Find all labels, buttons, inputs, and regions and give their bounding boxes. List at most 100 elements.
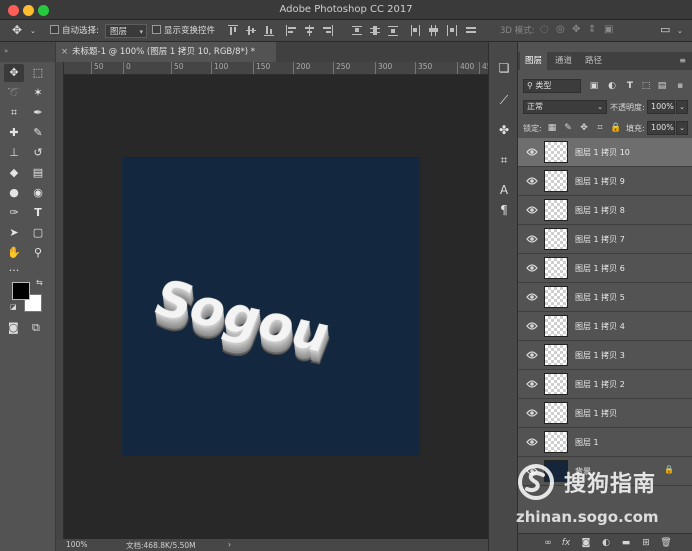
blur-tool-icon[interactable]: ● (4, 184, 24, 202)
path-selection-tool-icon[interactable]: ➤ (4, 224, 24, 242)
zoom-tool-icon[interactable]: ⚲ (28, 244, 48, 262)
eraser-tool-icon[interactable]: ◆ (4, 164, 24, 182)
horizontal-ruler[interactable]: 50 0 50 100 150 200 250 300 350 400 450 (64, 62, 488, 75)
brush-tool-icon[interactable]: ✎ (28, 124, 48, 142)
clone-stamp-tool-icon[interactable]: ⊥ (4, 144, 24, 162)
document-tab[interactable]: × 未标题-1 @ 100% (图层 1 拷贝 10, RGB/8*) * (56, 42, 276, 62)
adjustment-layer-icon[interactable]: ◐ (600, 537, 612, 549)
magic-wand-tool-icon[interactable]: ✶ (28, 84, 48, 102)
layer-name[interactable]: 图层 1 拷贝 7 (575, 234, 625, 245)
layer-row[interactable]: 图层 1 拷贝 9 (518, 167, 692, 196)
filter-toggle-icon[interactable]: ▪ (674, 80, 686, 92)
edit-toolbar-icon[interactable]: ··· (4, 262, 24, 280)
quick-mask-icon[interactable]: ◙ (8, 321, 19, 334)
new-layer-icon[interactable]: ⊞ (640, 537, 652, 549)
zoom-level[interactable]: 100% (66, 540, 87, 549)
layer-row[interactable]: 图层 1 拷贝 (518, 399, 692, 428)
auto-select-checkbox[interactable]: 自动选择: (50, 24, 99, 38)
swap-colors-icon[interactable]: ⇆ (36, 278, 43, 287)
3d-scale-icon[interactable]: ▣ (604, 23, 613, 37)
layer-row[interactable]: 图层 1 拷贝 5 (518, 283, 692, 312)
visibility-eye-icon[interactable] (526, 379, 538, 389)
align-right-icon[interactable] (322, 25, 333, 36)
visibility-eye-icon[interactable] (526, 263, 538, 273)
distribute-top-icon[interactable] (352, 25, 362, 36)
lock-artboard-icon[interactable]: ⌗ (594, 122, 606, 134)
libraries-icon[interactable]: ❏ (496, 60, 512, 76)
lock-transparent-icon[interactable]: ▦ (546, 122, 558, 134)
filter-pixel-icon[interactable]: ▣ (588, 80, 600, 92)
crop-tool-icon[interactable]: ⌗ (4, 104, 24, 122)
layer-name[interactable]: 图层 1 拷贝 2 (575, 379, 625, 390)
dodge-tool-icon[interactable]: ◉ (28, 184, 48, 202)
lasso-tool-icon[interactable]: ➰ (4, 84, 24, 102)
3d-roll-icon[interactable]: ◎ (556, 23, 565, 37)
screen-mode-icon[interactable]: ⧉ (32, 321, 40, 335)
marquee-tool-icon[interactable]: ⬚ (28, 64, 48, 82)
distribute-hcenter-icon[interactable] (428, 25, 438, 36)
tab-channels[interactable]: 通道 (550, 52, 577, 70)
lock-all-icon[interactable]: 🔒 (610, 122, 622, 134)
auto-select-dropdown[interactable]: 图层 ▾ (105, 24, 147, 38)
gradient-tool-icon[interactable]: ▤ (28, 164, 48, 182)
workspace-icon[interactable]: ▭ (660, 23, 670, 37)
filter-adjustment-icon[interactable]: ◐ (606, 80, 618, 92)
hand-tool-icon[interactable]: ✋ (4, 244, 24, 262)
align-top-icon[interactable] (228, 25, 238, 36)
type-tool-icon[interactable]: T (28, 204, 48, 222)
canvas-area[interactable]: Sogou Sogou Sogou Sogou Sogou Sogou Sogo… (64, 75, 488, 539)
visibility-eye-icon[interactable] (526, 408, 538, 418)
distribute-left-icon[interactable] (410, 25, 420, 36)
3d-slide-icon[interactable]: ⇕ (588, 23, 596, 37)
eyedropper-tool-icon[interactable]: ✒ (28, 104, 48, 122)
auto-align-icon[interactable] (466, 25, 476, 36)
layer-row[interactable]: 图层 1 (518, 428, 692, 457)
tab-paths[interactable]: 路径 (580, 52, 607, 70)
align-vcenter-icon[interactable] (246, 25, 256, 36)
layer-row[interactable]: 图层 1 拷贝 2 (518, 370, 692, 399)
tool-preset-chevron-icon[interactable]: ⌄ (30, 24, 36, 38)
visibility-eye-icon[interactable] (526, 350, 538, 360)
layer-name[interactable]: 图层 1 拷贝 10 (575, 147, 630, 158)
delete-layer-icon[interactable]: 🗑 (660, 537, 672, 549)
blend-mode-dropdown[interactable]: 正常 ⌄ (523, 100, 607, 114)
add-mask-icon[interactable]: ◙ (580, 537, 592, 549)
layer-row[interactable]: 图层 1 拷贝 6 (518, 254, 692, 283)
shapes-icon[interactable]: ✤ (496, 122, 512, 138)
pen-tool-icon[interactable]: ✑ (4, 204, 24, 222)
filter-shape-icon[interactable]: ⬚ (640, 80, 652, 92)
align-left-icon[interactable] (286, 25, 296, 36)
tab-layers[interactable]: 图层 (520, 52, 548, 70)
lock-image-icon[interactable]: ✎ (562, 122, 574, 134)
crop-panel-icon[interactable]: ⌗ (496, 152, 512, 168)
layer-name[interactable]: 图层 1 拷贝 4 (575, 321, 625, 332)
visibility-eye-icon[interactable] (526, 321, 538, 331)
filter-kind-dropdown[interactable]: ⚲ 类型 (523, 79, 581, 93)
layer-row[interactable]: 图层 1 拷贝 8 (518, 196, 692, 225)
layer-row[interactable]: 图层 1 拷贝 7 (518, 225, 692, 254)
link-layers-icon[interactable]: ∞ (542, 537, 554, 549)
history-brush-tool-icon[interactable]: ↺ (28, 144, 48, 162)
filter-smart-object-icon[interactable]: ▤ (656, 80, 668, 92)
distribute-vcenter-icon[interactable] (370, 25, 380, 36)
visibility-eye-icon[interactable] (526, 205, 538, 215)
document-canvas[interactable]: Sogou Sogou Sogou Sogou Sogou Sogou Sogo… (122, 157, 420, 456)
3d-pan-icon[interactable]: ✥ (572, 23, 580, 37)
opacity-field[interactable]: 100% (647, 100, 675, 114)
rectangle-tool-icon[interactable]: ▢ (28, 224, 48, 242)
workspace-chevron-icon[interactable]: ⌄ (677, 24, 683, 38)
collapse-panel-icon[interactable]: » (4, 47, 8, 55)
align-hcenter-icon[interactable] (304, 25, 314, 36)
foreground-color-swatch[interactable] (12, 282, 30, 300)
status-menu-arrow-icon[interactable]: › (228, 540, 231, 549)
layer-row[interactable]: 图层 1 拷贝 3 (518, 341, 692, 370)
visibility-eye-icon[interactable] (526, 234, 538, 244)
layer-name[interactable]: 图层 1 拷贝 (575, 408, 617, 419)
filter-type-icon[interactable]: T (624, 80, 636, 92)
vertical-ruler[interactable] (56, 62, 64, 539)
layer-row[interactable]: 图层 1 拷贝 4 (518, 312, 692, 341)
layer-name[interactable]: 图层 1 (575, 437, 599, 448)
layer-row[interactable]: 图层 1 拷贝 10 (518, 138, 692, 167)
layer-name[interactable]: 图层 1 拷贝 6 (575, 263, 625, 274)
new-group-icon[interactable]: ▬ (620, 537, 632, 549)
